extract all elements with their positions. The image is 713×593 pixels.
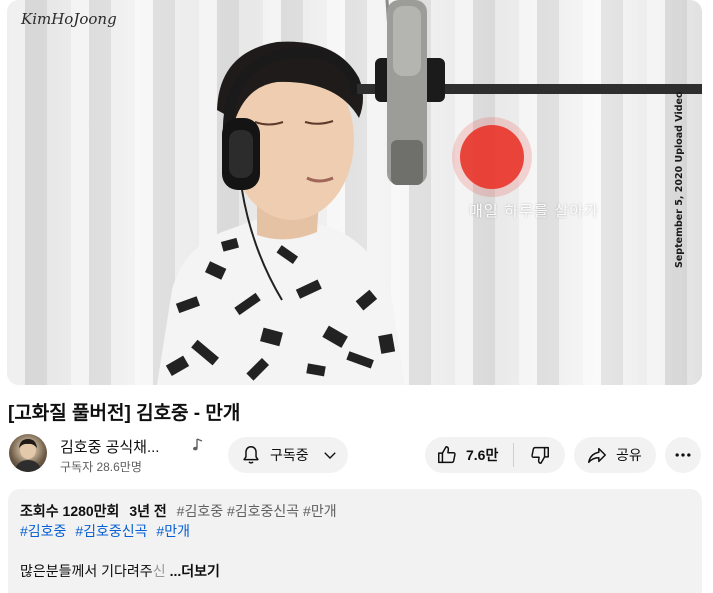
hashtag-link[interactable]: #김호중신곡 xyxy=(75,523,147,539)
video-frame-singer xyxy=(157,0,702,385)
more-actions-button[interactable] xyxy=(665,437,701,473)
thumbs-up-icon xyxy=(438,446,456,464)
share-label: 공유 xyxy=(616,447,642,463)
description-fade: 신 xyxy=(152,563,166,579)
lyric-caption: 매일 하루를 살아가 xyxy=(469,202,599,220)
hashtag-link[interactable]: #김호중 xyxy=(20,523,66,539)
subscriber-count: 구독자 28.6만명 xyxy=(60,460,142,474)
header-hashtags: #김호중 #김호중신곡 #만개 xyxy=(176,503,337,519)
like-count: 7.6만 xyxy=(466,447,499,463)
avatar-image xyxy=(14,439,42,472)
description-box[interactable]: 조회수 1280만회 3년 전 #김호중 #김호중신곡 #만개 #김호중 #김호… xyxy=(8,489,702,593)
music-note-icon xyxy=(193,438,203,451)
chevron-down-icon xyxy=(323,452,336,459)
dislike-button[interactable] xyxy=(514,437,565,473)
channel-watermark: KimHoJoong xyxy=(21,10,117,28)
video-player[interactable]: KimHoJoong 매일 하루를 살아가 September 5, 2020 … xyxy=(7,0,702,385)
like-dislike-group: 7.6만 xyxy=(425,437,565,473)
thumbs-down-icon xyxy=(530,446,549,464)
share-button[interactable]: 공유 xyxy=(574,437,656,473)
hashtag-link[interactable]: #만개 xyxy=(156,523,190,539)
channel-name[interactable]: 김호중 공식채... xyxy=(60,436,159,457)
like-button[interactable]: 7.6만 xyxy=(425,437,513,473)
share-icon xyxy=(588,447,606,464)
subscribed-button[interactable]: 구독중 xyxy=(228,437,348,473)
subscribed-label: 구독중 xyxy=(270,447,309,463)
video-meta: 조회수 1280만회 3년 전 #김호중 #김호중신곡 #만개 xyxy=(20,501,337,521)
more-horizontal-icon xyxy=(675,453,691,457)
hashtag-list: #김호중 #김호중신곡 #만개 xyxy=(20,521,195,541)
show-more-link[interactable]: ...더보기 xyxy=(170,563,220,579)
description-snippet: 많은분들께서 기다려주 xyxy=(20,563,153,579)
upload-age: 3년 전 xyxy=(129,503,167,519)
description-text: 많은분들께서 기다려주신 ...더보기 xyxy=(20,561,220,581)
video-title: [고화질 풀버전] 김호중 - 만개 xyxy=(8,403,241,424)
view-count: 조회수 1280만회 xyxy=(20,503,120,519)
bell-icon xyxy=(243,446,259,464)
channel-avatar[interactable] xyxy=(9,434,47,472)
upload-date-note: September 5, 2020 Upload Video xyxy=(674,91,685,268)
